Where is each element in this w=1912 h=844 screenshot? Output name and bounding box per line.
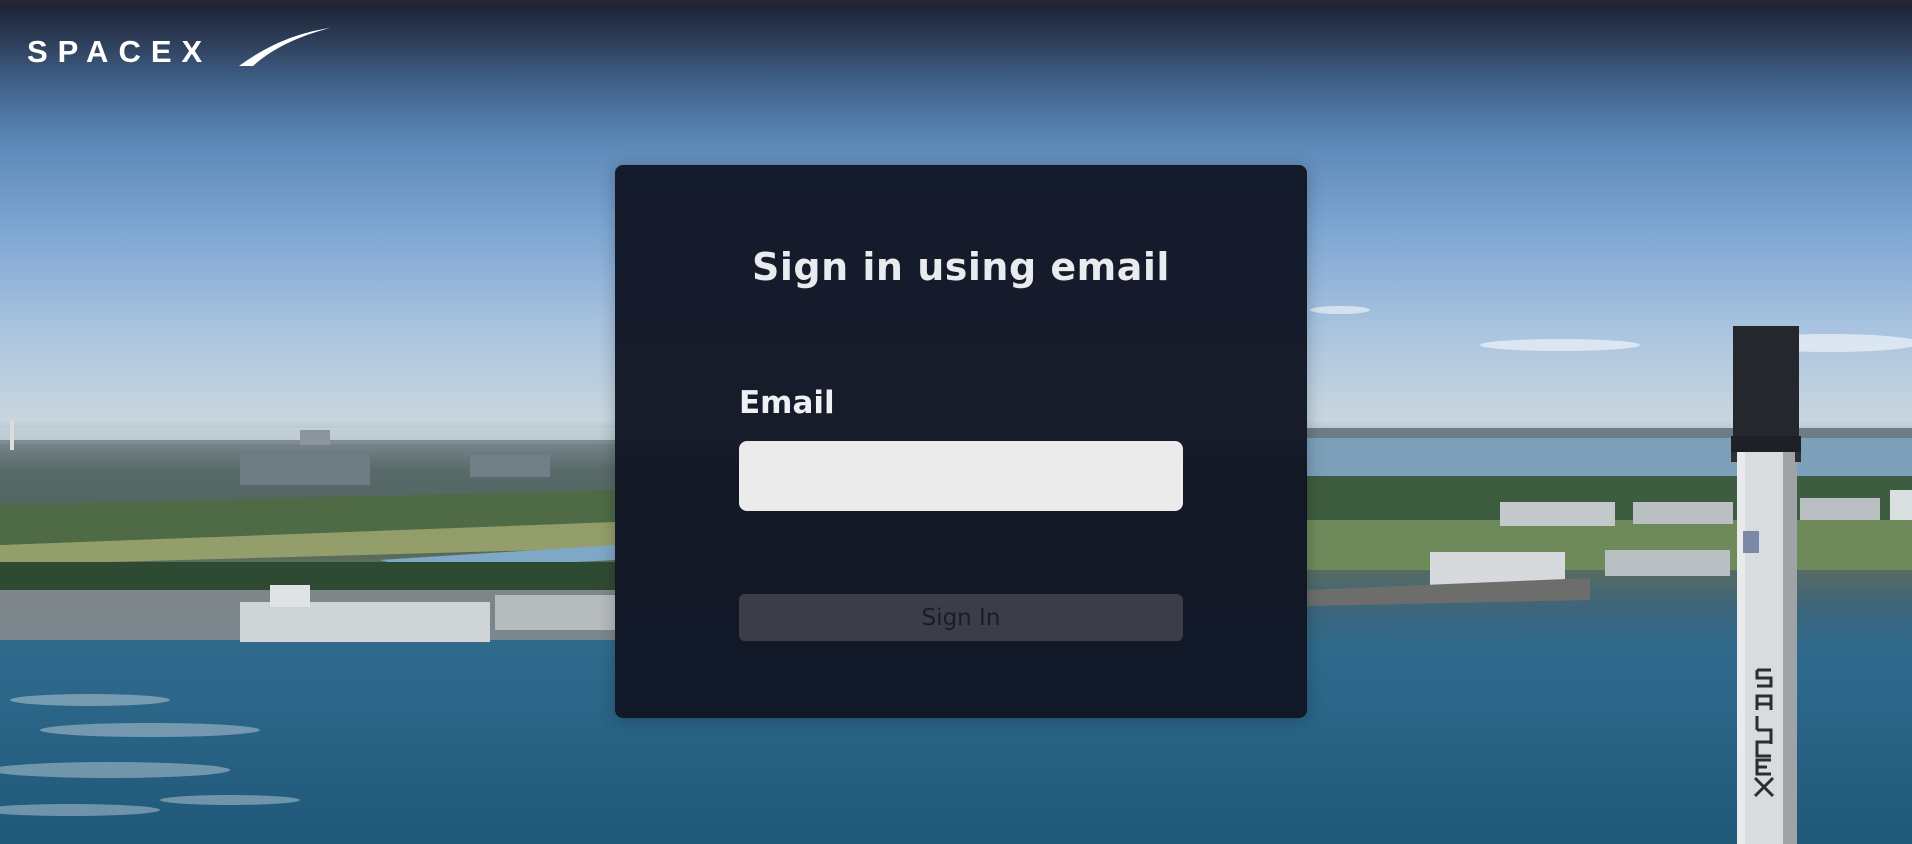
email-input[interactable] — [739, 441, 1183, 511]
signin-card: Sign in using email Email Sign In — [615, 165, 1307, 718]
falcon-rocket-image — [1731, 326, 1801, 844]
signin-button[interactable]: Sign In — [739, 594, 1183, 641]
spacex-logo[interactable]: SPACEX — [27, 26, 332, 74]
top-bar — [0, 0, 1912, 4]
signin-title: Sign in using email — [752, 245, 1170, 289]
login-page: SPACEX Sign in using email Email Sign In — [0, 0, 1912, 844]
email-label: Email — [739, 385, 835, 421]
logo-text: SPACEX — [27, 34, 213, 69]
